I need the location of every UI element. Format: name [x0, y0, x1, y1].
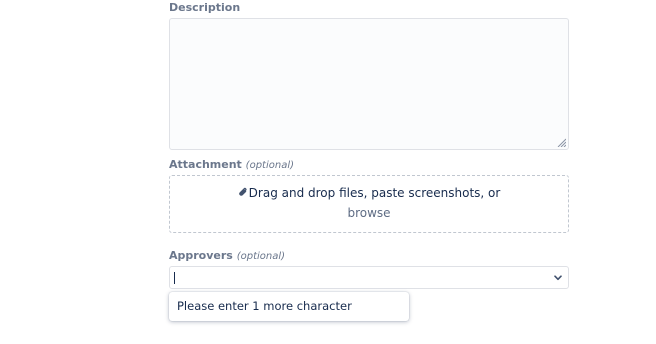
paperclip-icon — [238, 187, 247, 196]
approvers-label: Approvers (optional) — [169, 249, 285, 262]
dropzone-text: Drag and drop files, paste screenshots, … — [248, 186, 501, 200]
approvers-select[interactable] — [169, 266, 569, 289]
chevron-down-icon[interactable] — [554, 275, 562, 281]
approvers-label-text: Approvers — [169, 249, 233, 262]
attachment-label: Attachment (optional) — [169, 158, 294, 171]
attachment-dropzone[interactable]: Drag and drop files, paste screenshots, … — [169, 175, 569, 233]
resize-grip-icon[interactable] — [557, 138, 566, 147]
description-label: Description — [169, 1, 240, 14]
attachment-optional-text: (optional) — [245, 160, 295, 171]
dropzone-instructions: Drag and drop files, paste screenshots, … — [170, 186, 568, 200]
approvers-optional-text: (optional) — [236, 251, 286, 262]
attachment-label-text: Attachment — [169, 158, 242, 171]
description-textarea[interactable] — [169, 18, 569, 150]
approvers-dropdown-message: Please enter 1 more character — [169, 292, 409, 321]
text-caret — [174, 272, 175, 284]
description-label-text: Description — [169, 1, 241, 14]
browse-link[interactable]: browse — [170, 206, 568, 220]
